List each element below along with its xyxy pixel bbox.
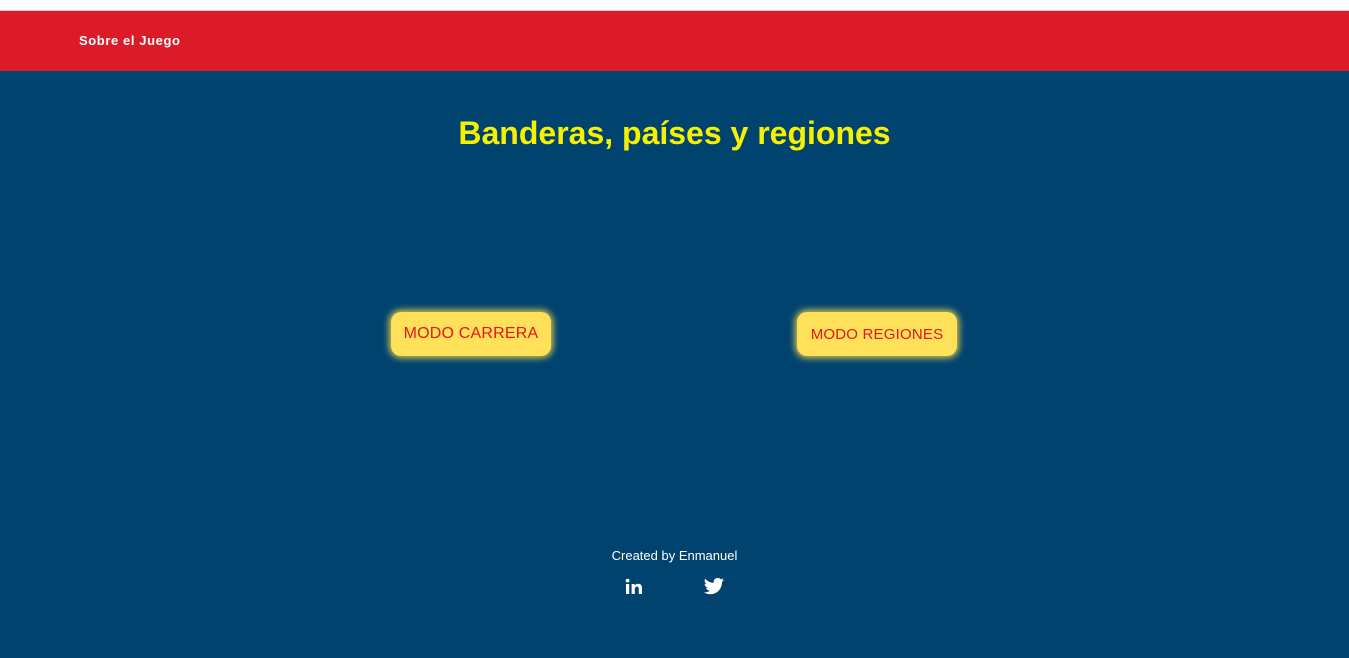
about-game-link[interactable]: Sobre el Juego [79, 33, 181, 48]
twitter-icon[interactable] [703, 577, 725, 597]
footer-credit: Created by Enmanuel [611, 548, 738, 563]
career-mode-button[interactable]: MODO CARRERA [391, 312, 551, 356]
top-strip [0, 0, 1349, 11]
main-content: Banderas, países y regiones MODO CARRERA… [0, 71, 1349, 658]
page-title: Banderas, países y regiones [458, 115, 891, 151]
regions-mode-button[interactable]: MODO REGIONES [797, 312, 957, 356]
linkedin-icon[interactable] [623, 577, 645, 597]
navbar: Sobre el Juego [0, 11, 1349, 71]
